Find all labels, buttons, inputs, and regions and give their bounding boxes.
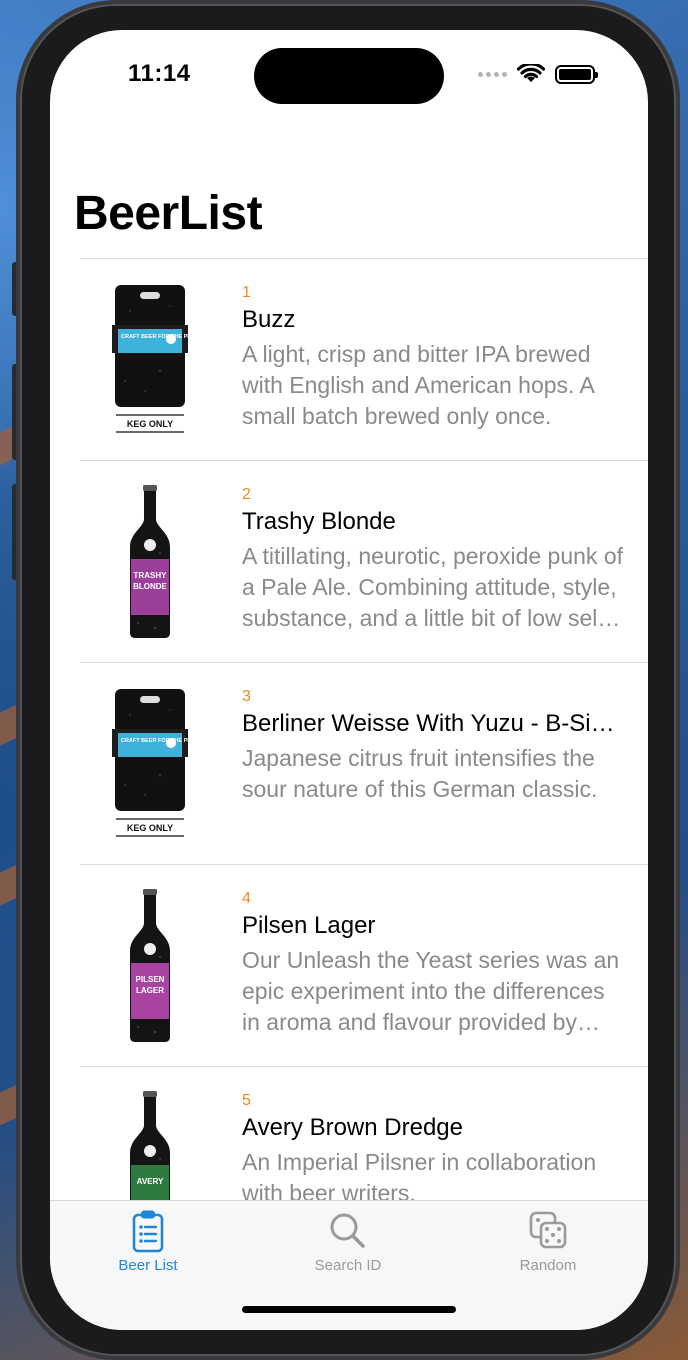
beer-list[interactable]: CRAFT BEER FOR THE PEOPLE KEG ONLY 1 Buzz A … bbox=[80, 258, 648, 1268]
svg-text:LAGER: LAGER bbox=[136, 986, 164, 995]
beer-name: Pilsen Lager bbox=[242, 912, 376, 939]
beer-image: PILSEN LAGER bbox=[110, 887, 190, 1043]
tab-beer-list[interactable]: Beer List bbox=[68, 1209, 228, 1279]
clipboard-list-icon bbox=[132, 1210, 164, 1253]
svg-text:TRASHY: TRASHY bbox=[134, 571, 168, 580]
beer-id: 3 bbox=[242, 688, 251, 705]
beer-row[interactable]: TRASHY BLONDE 2 Trashy Blonde A titillating,… bbox=[80, 460, 648, 662]
beer-name: Trashy Blonde bbox=[242, 508, 396, 535]
beer-row[interactable]: CRAFT BEER FOR THE PEOPLE KEG ONLY 3 Berlin… bbox=[80, 662, 648, 864]
beer-image: CRAFT BEER FOR THE PEOPLE KEG ONLY bbox=[110, 281, 190, 437]
beer-text: 2 Trashy Blonde A titillating, neurotic, p… bbox=[242, 485, 626, 634]
page-title: BeerList bbox=[74, 187, 263, 240]
tab-random[interactable]: Random bbox=[468, 1209, 628, 1279]
beer-description: Japanese citrus fruit intensifies the so… bbox=[242, 745, 598, 802]
dynamic-island bbox=[254, 48, 444, 104]
beer-id: 5 bbox=[242, 1092, 251, 1109]
svg-text:KEG ONLY: KEG ONLY bbox=[127, 419, 173, 429]
svg-text:CRAFT BEER FOR THE PEOPLE: CRAFT BEER FOR THE PEOPLE bbox=[121, 738, 190, 744]
beer-id: 1 bbox=[242, 284, 251, 301]
svg-text:CRAFT BEER FOR THE PEOPLE: CRAFT BEER FOR THE PEOPLE bbox=[121, 334, 190, 340]
beer-text: 4 Pilsen Lager Our Unleash the Yeast serie… bbox=[242, 889, 626, 1038]
battery-icon bbox=[555, 64, 598, 84]
svg-text:AVERY: AVERY bbox=[137, 1177, 164, 1186]
tab-label: Random bbox=[519, 1257, 577, 1274]
tab-search-id[interactable]: Search ID bbox=[268, 1209, 428, 1279]
beer-name: Avery Brown Dredge bbox=[242, 1114, 463, 1141]
svg-text:PILSEN: PILSEN bbox=[136, 975, 165, 984]
wifi-icon bbox=[517, 64, 545, 82]
beer-text: 3 Berliner Weisse With Yuzu - B-Sides Japa… bbox=[242, 687, 626, 805]
beer-description: A light, crisp and bitter IPA brewed wit… bbox=[242, 341, 594, 429]
svg-text:KEG ONLY: KEG ONLY bbox=[127, 823, 173, 833]
cellular-signal-icon bbox=[478, 71, 507, 77]
status-time: 11:14 bbox=[128, 60, 191, 87]
dice-icon bbox=[529, 1211, 567, 1249]
beer-description: A titillating, neurotic, peroxide punk o… bbox=[242, 543, 624, 631]
beer-image: CRAFT BEER FOR THE PEOPLE KEG ONLY bbox=[110, 685, 190, 841]
volume-up-button bbox=[12, 364, 20, 460]
mute-switch bbox=[12, 262, 20, 316]
beer-id: 2 bbox=[242, 486, 251, 503]
home-indicator[interactable] bbox=[242, 1306, 456, 1313]
status-icons bbox=[478, 64, 598, 84]
beer-row[interactable]: PILSEN LAGER 4 Pilsen Lager Our Unleash the … bbox=[80, 864, 648, 1066]
svg-text:BLONDE: BLONDE bbox=[133, 582, 167, 591]
beer-id: 4 bbox=[242, 890, 251, 907]
magnifying-glass-icon bbox=[330, 1213, 365, 1248]
beer-image: TRASHY BLONDE bbox=[110, 483, 190, 639]
beer-name: Buzz bbox=[242, 306, 296, 333]
beer-text: 1 Buzz A light, crisp and bitter IPA brewe… bbox=[242, 283, 626, 432]
beer-name: Berliner Weisse With Yuzu - B-Sides bbox=[242, 710, 626, 737]
phone-screen: 11:14 BeerList CRAFT BEER FOR THE PEOPLE… bbox=[50, 30, 648, 1330]
beer-description: Our Unleash the Yeast series was an epic… bbox=[242, 947, 620, 1035]
beer-text: 5 Avery Brown Dredge An Imperial Pilsner i… bbox=[242, 1091, 626, 1209]
tab-label: Beer List bbox=[118, 1257, 178, 1274]
tab-label: Search ID bbox=[314, 1257, 382, 1274]
beer-row[interactable]: CRAFT BEER FOR THE PEOPLE KEG ONLY 1 Buzz A … bbox=[80, 258, 648, 460]
volume-down-button bbox=[12, 484, 20, 580]
